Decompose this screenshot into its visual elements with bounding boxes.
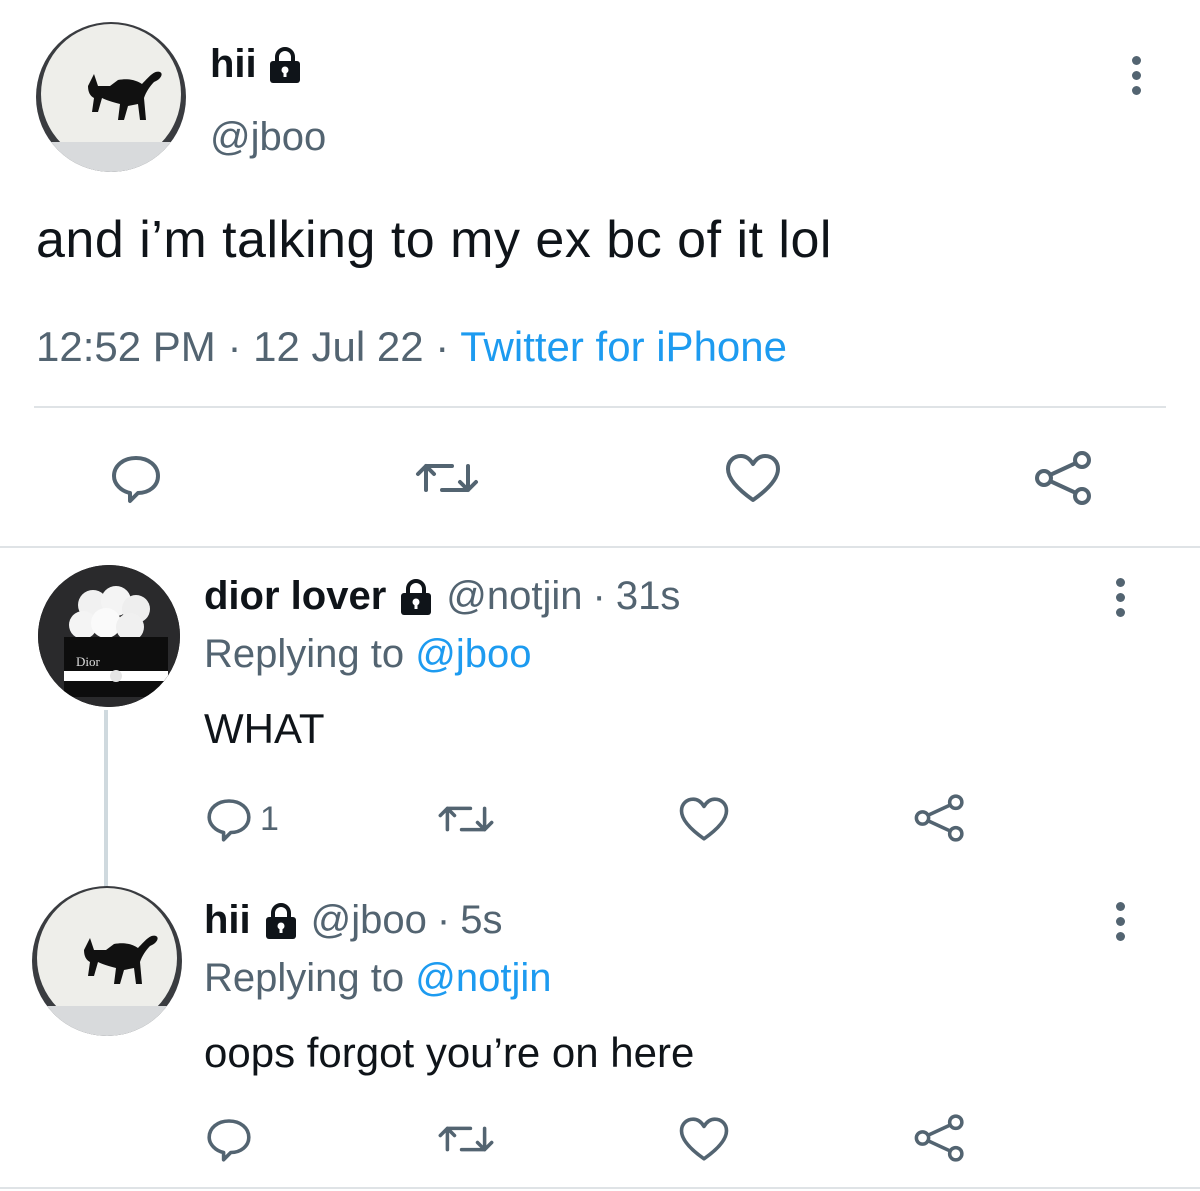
like-icon[interactable] — [676, 792, 732, 846]
tweet-time: 5s — [460, 898, 503, 942]
like-icon[interactable] — [722, 448, 784, 508]
replying-to: Replying to @jboo — [204, 630, 531, 678]
cat-avatar-icon — [32, 888, 182, 1036]
display-name[interactable]: hii — [204, 896, 251, 944]
more-options-icon[interactable] — [1116, 578, 1125, 617]
replying-to-link[interactable]: @jboo — [415, 632, 531, 676]
handle[interactable]: @jboo — [311, 896, 427, 944]
divider — [0, 1187, 1200, 1189]
tweet-date: 12 Jul 22 — [253, 323, 424, 370]
tweet-text: WHAT — [204, 705, 325, 752]
share-icon[interactable] — [1032, 446, 1096, 510]
meta-separator: · — [592, 574, 606, 618]
handle[interactable]: @notjin — [446, 572, 582, 620]
dior-avatar-icon: Dior — [38, 565, 180, 707]
thread-line — [104, 710, 108, 890]
divider — [34, 406, 1166, 408]
tweet-text: oops forgot you’re on here — [204, 1029, 695, 1076]
tweet-text: and i’m talking to my ex bc of it lol — [36, 211, 832, 269]
meta-separator: · — [435, 323, 450, 370]
retweet-icon[interactable] — [435, 1112, 497, 1166]
meta-separator: · — [227, 323, 242, 370]
cat-avatar-icon — [36, 24, 186, 172]
reply-header: dior lover @notjin · 31s — [204, 572, 680, 620]
reply-icon[interactable] — [202, 792, 256, 846]
replying-to-label: Replying to — [204, 632, 405, 676]
display-name[interactable]: hii — [210, 40, 257, 88]
avatar-logo-text: Dior — [76, 654, 101, 669]
tweet-time: 12:52 PM — [36, 323, 216, 370]
share-icon[interactable] — [912, 1110, 968, 1166]
handle[interactable]: @jboo — [210, 115, 326, 160]
reply-header: hii @jboo · 5s — [204, 896, 502, 944]
lock-icon — [401, 579, 432, 615]
tweet-time: 31s — [615, 574, 681, 618]
lock-icon — [269, 47, 300, 83]
retweet-icon[interactable] — [412, 448, 482, 508]
more-options-icon[interactable] — [1132, 56, 1141, 95]
reply-icon[interactable] — [202, 1112, 256, 1166]
divider — [0, 546, 1200, 548]
avatar[interactable] — [32, 886, 182, 1036]
reply-count: 1 — [260, 800, 279, 838]
reply-icon[interactable] — [106, 448, 166, 508]
replying-to-link[interactable]: @notjin — [415, 956, 551, 1000]
retweet-icon[interactable] — [435, 792, 497, 846]
lock-icon — [265, 903, 296, 939]
display-name[interactable]: dior lover — [204, 572, 386, 620]
share-icon[interactable] — [912, 790, 968, 846]
more-options-icon[interactable] — [1116, 902, 1125, 941]
tweet-source-link[interactable]: Twitter for iPhone — [460, 323, 787, 370]
avatar[interactable] — [36, 22, 186, 172]
replying-to-label: Replying to — [204, 956, 405, 1000]
replying-to: Replying to @notjin — [204, 954, 551, 1002]
tweet-meta: 12:52 PM · 12 Jul 22 · Twitter for iPhon… — [36, 322, 787, 372]
avatar[interactable]: Dior — [38, 565, 180, 707]
meta-separator: · — [436, 898, 451, 942]
like-icon[interactable] — [676, 1112, 732, 1166]
